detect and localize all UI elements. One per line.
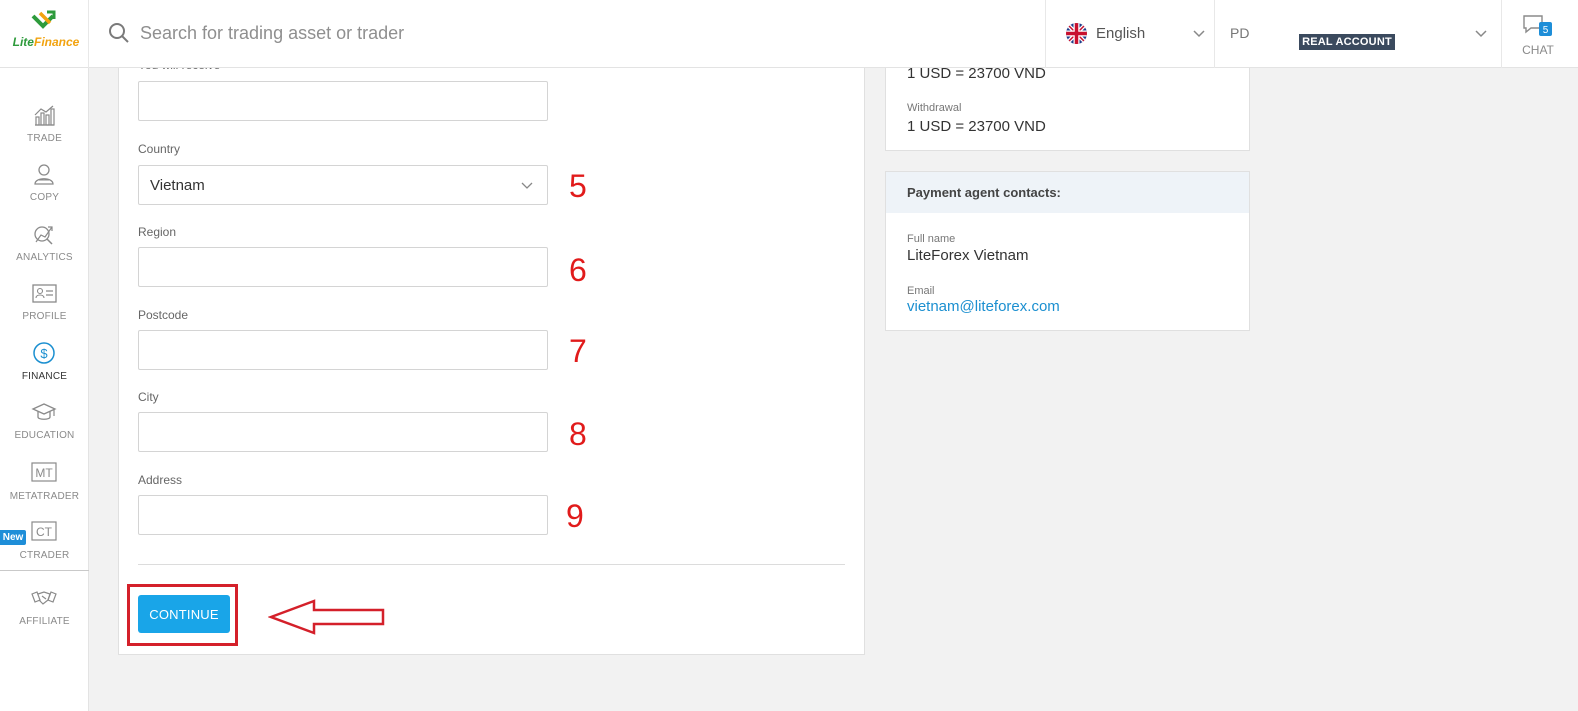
exchange-rate-card: 1 USD = 23700 VND Withdrawal 1 USD = 237… (885, 65, 1250, 151)
account-name: PD (1230, 25, 1250, 41)
postcode-input[interactable] (138, 330, 548, 370)
step-number-8: 8 (569, 416, 587, 452)
payment-agent-contacts-card: Payment agent contacts: Full name LiteFo… (885, 171, 1250, 331)
mt-icon-text: MT (35, 466, 53, 480)
logo[interactable]: LiteFinance (0, 0, 89, 68)
sidebar-item-label: CTRADER (19, 550, 70, 561)
withdrawal-form: You will receive Country Vietnam Region … (118, 58, 865, 655)
sidebar-item-profile[interactable]: PROFILE (0, 281, 89, 337)
receive-amount-field[interactable] (138, 81, 548, 121)
step-number-9: 9 (566, 498, 584, 534)
analytics-icon (34, 226, 53, 245)
user-icon (34, 164, 54, 185)
email-link[interactable]: vietnam@liteforex.com (907, 298, 1060, 315)
chat-label: CHAT (1522, 43, 1554, 57)
language-selector[interactable]: English (1045, 0, 1215, 68)
form-divider (138, 564, 845, 565)
sidebar-item-metatrader[interactable]: MT METATRADER (0, 461, 89, 517)
sidebar-item-label: COPY (29, 192, 60, 203)
sidebar-divider (0, 570, 89, 571)
ct-icon-text: CT (36, 525, 53, 539)
step-number-6: 6 (569, 252, 587, 288)
sidebar-item-label: PROFILE (22, 311, 67, 322)
contacts-header: Payment agent contacts: (886, 172, 1249, 213)
region-label: Region (138, 225, 177, 239)
step-number-7: 7 (569, 333, 587, 369)
account-type-badge: REAL ACCOUNT (1299, 34, 1395, 50)
city-input[interactable] (138, 412, 548, 452)
step-number-5: 5 (569, 168, 587, 204)
chevron-down-icon (521, 182, 533, 189)
chat-icon: 5 (1523, 15, 1552, 36)
ct-icon: CT (31, 521, 57, 541)
search-input[interactable] (140, 18, 1020, 48)
sidebar-item-affiliate[interactable]: AFFILIATE (0, 586, 89, 642)
postcode-label: Postcode (138, 308, 189, 322)
chart-icon (34, 105, 55, 126)
svg-text:$: $ (40, 346, 48, 361)
new-badge: New (0, 530, 26, 545)
region-input[interactable] (138, 247, 548, 287)
sidebar-item-education[interactable]: EDUCATION (0, 400, 89, 456)
logo-text: LiteFinance (6, 35, 86, 49)
top-header: LiteFinance English PD REAL ACCOUNT (0, 0, 1578, 68)
address-input[interactable] (138, 495, 548, 535)
contacts-title: Payment agent contacts: (907, 185, 1061, 200)
sidebar-item-label: ANALYTICS (16, 252, 73, 263)
sidebar-item-label: AFFILIATE (19, 616, 70, 627)
sidebar-item-label: EDUCATION (14, 430, 75, 441)
mt-icon: MT (31, 462, 57, 482)
sidebar-item-copy[interactable]: COPY (0, 162, 89, 218)
full-name-label: Full name (907, 233, 956, 245)
country-value: Vietnam (150, 177, 205, 194)
sidebar-item-analytics[interactable]: ANALYTICS (0, 222, 89, 278)
continue-highlight-box (127, 584, 238, 646)
id-card-icon (32, 284, 57, 303)
sidebar-item-trade[interactable]: TRADE (0, 103, 89, 159)
sidebar-item-ctrader[interactable]: CT CTRADER (0, 520, 89, 576)
arrow-left-icon (268, 599, 385, 635)
sidebar-item-label: METATRADER (9, 491, 80, 502)
logo-text-finance: Finance (33, 35, 80, 49)
country-label: Country (138, 142, 181, 156)
full-name-value: LiteForex Vietnam (907, 247, 1029, 264)
chevron-down-icon (1475, 30, 1487, 38)
country-select[interactable]: Vietnam (138, 165, 548, 205)
chevron-down-icon (1193, 30, 1205, 38)
account-selector[interactable]: PD REAL ACCOUNT (1215, 0, 1502, 68)
graduation-cap-icon (31, 403, 57, 420)
uk-flag-icon (1066, 23, 1087, 44)
city-label: City (138, 390, 159, 404)
language-label: English (1096, 25, 1146, 42)
email-label: Email (907, 285, 935, 297)
chat-count: 5 (1543, 25, 1549, 36)
logo-text-lite: Lite (12, 35, 34, 49)
chat-button[interactable]: 5 CHAT (1502, 0, 1578, 68)
withdrawal-label: Withdrawal (907, 102, 962, 114)
sidebar-item-label: FINANCE (21, 371, 68, 382)
sidebar-item-label: TRADE (27, 133, 62, 144)
dollar-icon: $ (33, 342, 55, 364)
logo-mark-icon (31, 10, 56, 29)
sidebar: TRADE COPY ANALYTICS PROFILE $ FINANCE E… (0, 68, 89, 711)
withdrawal-rate: 1 USD = 23700 VND (907, 118, 1046, 135)
handshake-icon (31, 591, 57, 605)
address-label: Address (138, 473, 183, 487)
search-icon (109, 23, 129, 43)
sidebar-item-finance[interactable]: $ FINANCE (0, 341, 89, 397)
